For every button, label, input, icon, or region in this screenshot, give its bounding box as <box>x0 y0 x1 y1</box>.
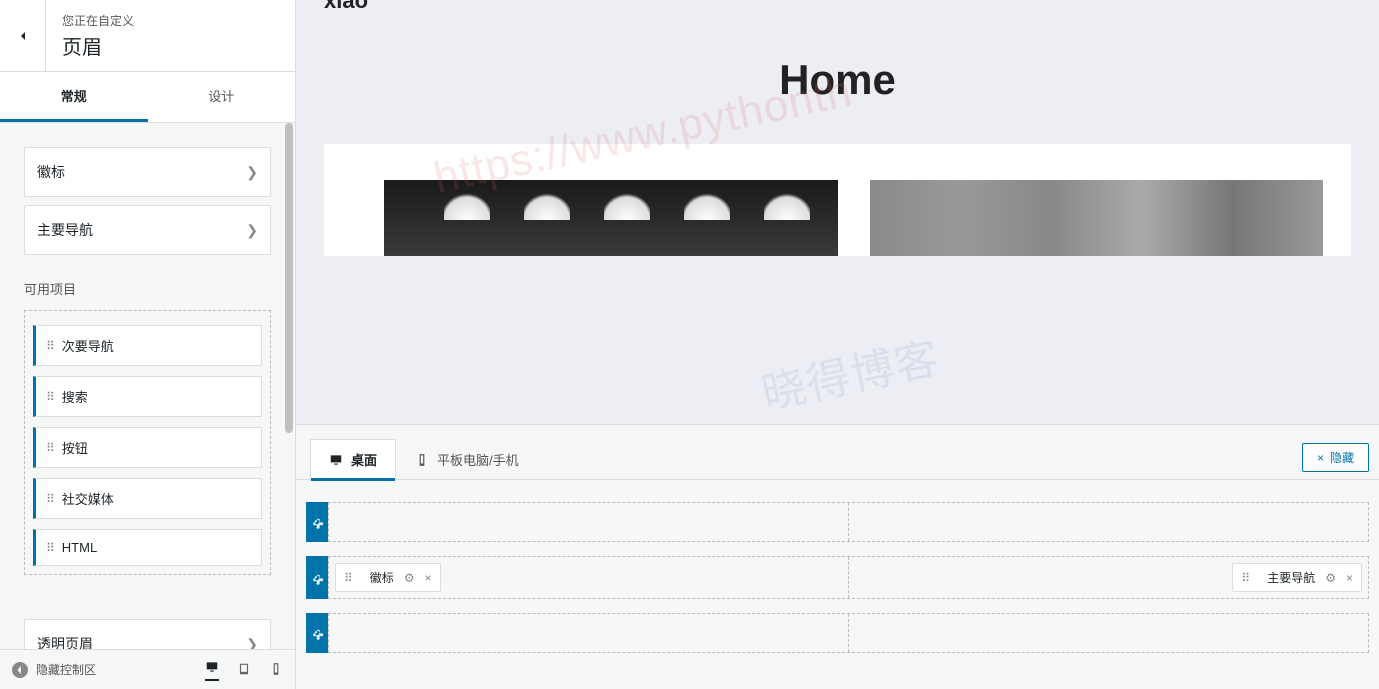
item-logo-label: 徽标 <box>37 162 65 182</box>
drag-item-social[interactable]: ⠿ 社交媒体 <box>33 478 262 519</box>
header-subtitle: 您正在自定义 <box>62 12 134 29</box>
device-icons <box>205 659 283 681</box>
grip-icon: ⠿ <box>46 390 54 404</box>
back-button[interactable] <box>0 0 46 72</box>
builder-tabs: 桌面 平板电脑/手机 × 隐藏 <box>296 425 1379 480</box>
item-primary-nav[interactable]: 主要导航 ❯ <box>24 205 271 255</box>
row-body[interactable] <box>328 502 1369 542</box>
sidebar-body: 徽标 ❯ 主要导航 ❯ 可用项目 ⠿ 次要导航 ⠿ 搜索 ⠿ 按钮 ⠿ 社交媒体 ⠿ HT… <box>0 123 295 649</box>
preview-pane: xiao Home <box>296 0 1379 424</box>
chevron-right-icon: ❯ <box>246 164 258 181</box>
sidebar-footer: 隐藏控制区 <box>0 649 295 689</box>
available-items-label: 可用项目 <box>24 279 271 298</box>
row-col-left[interactable] <box>329 614 849 652</box>
grip-icon: ⠿ <box>344 571 352 585</box>
gear-icon[interactable]: ⚙ <box>404 571 415 585</box>
desktop-icon[interactable] <box>205 659 219 681</box>
grip-icon: ⠿ <box>46 339 54 353</box>
chevron-right-icon: ❯ <box>246 636 258 650</box>
page-title: Home <box>296 56 1379 104</box>
drag-item-label: HTML <box>62 540 97 555</box>
builder-tab-desktop[interactable]: 桌面 <box>310 439 396 480</box>
row-col-left[interactable]: ⠿ 徽标 ⚙ × <box>329 557 849 598</box>
tablet-icon[interactable] <box>237 661 251 679</box>
hide-builder-button[interactable]: × 隐藏 <box>1302 443 1369 472</box>
header-builder: 桌面 平板电脑/手机 × 隐藏 ⠿ 徽标 <box>296 424 1379 689</box>
row-col-right[interactable]: ⠿ 主要导航 ⚙ × <box>849 557 1368 598</box>
available-items-area: ⠿ 次要导航 ⠿ 搜索 ⠿ 按钮 ⠿ 社交媒体 ⠿ HTML <box>24 310 271 575</box>
preview-images <box>324 150 1351 256</box>
close-icon[interactable]: × <box>425 571 432 585</box>
grip-icon: ⠿ <box>46 541 54 555</box>
sidebar-header: 您正在自定义 页眉 <box>0 0 295 72</box>
close-icon: × <box>1317 451 1324 465</box>
drag-item-html[interactable]: ⠿ HTML <box>33 529 262 566</box>
row-col-left[interactable] <box>329 503 849 541</box>
chip-logo[interactable]: ⠿ 徽标 ⚙ × <box>335 563 441 592</box>
drag-item-search[interactable]: ⠿ 搜索 <box>33 376 262 417</box>
drag-item-label: 按钮 <box>62 438 88 457</box>
desktop-icon <box>329 453 343 467</box>
chip-primary-nav-label: 主要导航 <box>1267 569 1315 586</box>
collapse-icon <box>12 662 28 678</box>
scroll-thumb[interactable] <box>285 123 293 433</box>
hide-controls-button[interactable]: 隐藏控制区 <box>12 661 96 678</box>
header-title: 页眉 <box>62 31 134 60</box>
preview-image-2 <box>870 180 1324 256</box>
hide-controls-label: 隐藏控制区 <box>36 661 96 678</box>
builder-row-middle: ⠿ 徽标 ⚙ × ⠿ 主要导航 ⚙ × <box>306 556 1369 599</box>
drag-item-label: 搜索 <box>62 387 88 406</box>
sidebar-tabs: 常规 设计 <box>0 72 295 123</box>
header-text: 您正在自定义 页眉 <box>46 2 150 70</box>
builder-tab-tablet-label: 平板电脑/手机 <box>437 450 519 469</box>
builder-tab-desktop-label: 桌面 <box>351 450 377 469</box>
chevron-right-icon: ❯ <box>246 222 258 239</box>
item-transparent-label: 透明页眉 <box>37 634 93 649</box>
chip-primary-nav[interactable]: ⠿ 主要导航 ⚙ × <box>1232 563 1362 592</box>
grip-icon: ⠿ <box>1241 571 1249 585</box>
close-icon[interactable]: × <box>1346 571 1353 585</box>
hide-builder-label: 隐藏 <box>1330 449 1354 466</box>
row-body[interactable] <box>328 613 1369 653</box>
item-logo[interactable]: 徽标 ❯ <box>24 147 271 197</box>
row-col-right[interactable] <box>849 503 1368 541</box>
drag-item-secondary-nav[interactable]: ⠿ 次要导航 <box>33 325 262 366</box>
tab-general[interactable]: 常规 <box>0 72 148 122</box>
grip-icon: ⠿ <box>46 492 54 506</box>
drag-item-label: 次要导航 <box>62 336 114 355</box>
preview-image-1 <box>384 180 838 256</box>
builder-rows: ⠿ 徽标 ⚙ × ⠿ 主要导航 ⚙ × <box>296 479 1379 653</box>
tab-design[interactable]: 设计 <box>148 72 296 122</box>
row-col-right[interactable] <box>849 614 1368 652</box>
chip-logo-label: 徽标 <box>370 569 394 586</box>
site-logo: xiao <box>324 0 368 14</box>
item-transparent-header[interactable]: 透明页眉 ❯ <box>24 619 271 649</box>
row-settings-button[interactable] <box>306 502 328 542</box>
sidebar-scrollbar[interactable] <box>285 123 293 649</box>
row-settings-button[interactable] <box>306 613 328 653</box>
grip-icon: ⠿ <box>46 441 54 455</box>
hero-section: Home <box>296 0 1379 144</box>
gear-icon[interactable]: ⚙ <box>1325 571 1336 585</box>
row-body[interactable]: ⠿ 徽标 ⚙ × ⠿ 主要导航 ⚙ × <box>328 556 1369 599</box>
gear-icon <box>310 515 324 529</box>
drag-item-label: 社交媒体 <box>62 489 114 508</box>
row-settings-button[interactable] <box>306 556 328 599</box>
gear-icon <box>310 626 324 640</box>
builder-row-bottom <box>306 613 1369 653</box>
chevron-left-icon <box>15 28 31 44</box>
tablet-icon <box>415 453 429 467</box>
mobile-icon[interactable] <box>269 661 283 679</box>
gear-icon <box>310 571 324 585</box>
builder-row-top <box>306 502 1369 542</box>
builder-tab-tablet[interactable]: 平板电脑/手机 <box>396 439 538 480</box>
customizer-sidebar: 您正在自定义 页眉 常规 设计 徽标 ❯ 主要导航 ❯ 可用项目 ⠿ 次要导航 ⠿… <box>0 0 296 689</box>
item-primary-nav-label: 主要导航 <box>37 220 93 240</box>
drag-item-button[interactable]: ⠿ 按钮 <box>33 427 262 468</box>
